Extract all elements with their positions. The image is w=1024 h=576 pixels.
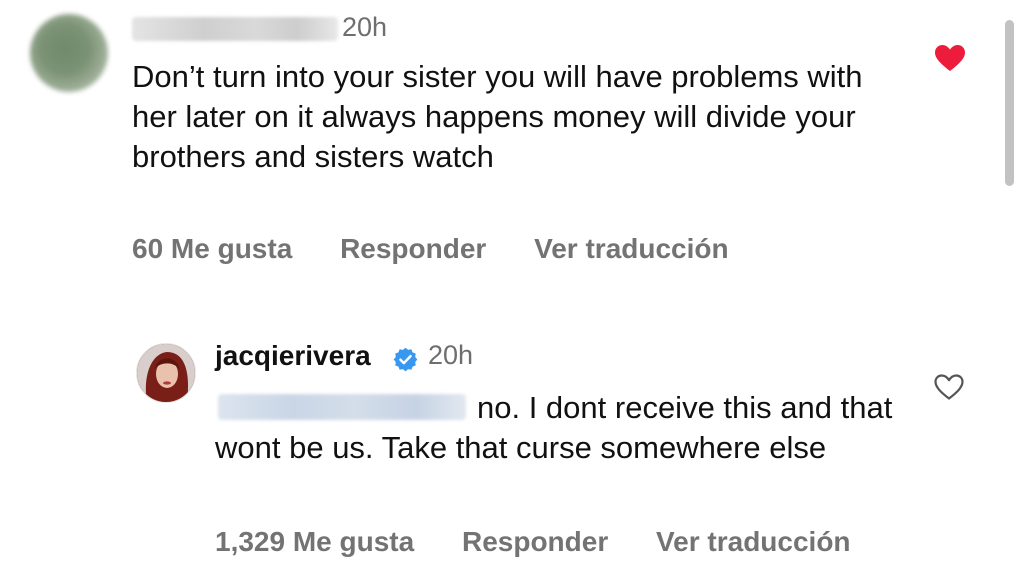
comment-timestamp: 20h bbox=[342, 12, 388, 42]
reply-actions: 1,329 Me gusta Responder Ver traducción bbox=[215, 526, 851, 558]
avatar[interactable] bbox=[136, 343, 196, 403]
see-translation-button[interactable]: Ver traducción bbox=[656, 526, 851, 558]
comment-text: Don’t turn into your sister you will hav… bbox=[132, 59, 863, 174]
scrollbar[interactable] bbox=[1005, 20, 1014, 186]
heart-icon[interactable] bbox=[934, 44, 966, 72]
reply-button[interactable]: Responder bbox=[340, 233, 486, 265]
see-translation-button[interactable]: Ver traducción bbox=[534, 233, 729, 265]
likes-count-button[interactable]: 1,329 Me gusta bbox=[215, 526, 414, 558]
avatar-blurred[interactable] bbox=[30, 14, 108, 92]
reply-text: no. I dont receive this and that wont be… bbox=[215, 390, 893, 465]
comments-screen: 20h Don’t turn into your sister you will… bbox=[0, 0, 1024, 576]
username-link[interactable]: jacqierivera bbox=[215, 340, 371, 372]
comment-timestamp: 20h bbox=[428, 340, 474, 370]
likes-count-button[interactable]: 60 Me gusta bbox=[132, 233, 292, 265]
reply-button[interactable]: Responder bbox=[462, 526, 608, 558]
verified-badge-icon bbox=[393, 347, 418, 372]
avatar-portrait-icon bbox=[137, 344, 195, 402]
heart-outline-icon[interactable] bbox=[933, 373, 965, 401]
username-blurred[interactable] bbox=[132, 17, 338, 41]
comment-actions: 60 Me gusta Responder Ver traducción bbox=[132, 233, 729, 265]
